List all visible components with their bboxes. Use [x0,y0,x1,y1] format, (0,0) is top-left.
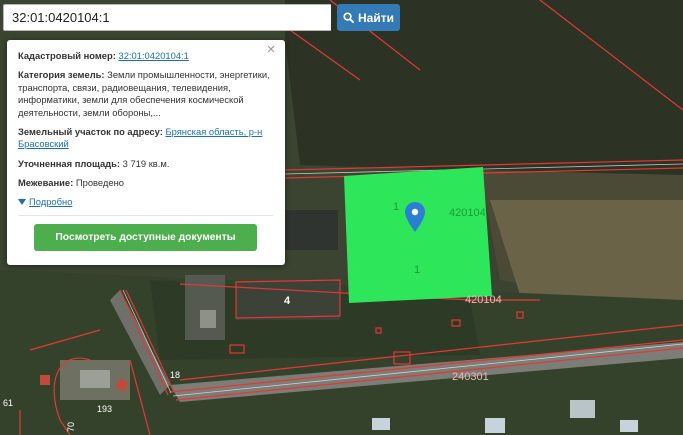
search-input[interactable] [3,4,331,31]
parcel-number-label: 193 [97,404,112,414]
highlighted-parcel[interactable] [344,167,492,303]
search-button[interactable]: Найти [337,4,400,31]
parcel-number-label: 18 [170,370,180,380]
survey-row: Межевание: Проведено [18,177,273,189]
close-icon[interactable]: × [264,42,278,57]
parcel-number-label: 61 [3,398,13,408]
view-documents-button[interactable]: Посмотреть доступные документы [34,224,257,252]
cadastral-number-row: Кадастровый номер: 32:01:0420104:1 [18,50,273,62]
triangle-down-icon [18,198,26,205]
details-toggle[interactable]: Подробно [18,196,273,208]
parcel-number-label: 1 [393,201,399,213]
area-value: 3 719 кв.м. [122,157,170,169]
road-block-label: 240301 [452,371,489,383]
parcel-info-popup: × Кадастровый номер: 32:01:0420104:1 Кат… [7,40,285,265]
area-row: Уточненная площадь: 3 719 кв.м. [18,158,273,170]
area-label: Уточненная площадь: [18,157,121,169]
land-category-row: Категория земель: Земли промышленности, … [18,69,273,119]
divider [18,215,273,217]
search-icon [343,12,354,23]
survey-label: Межевание: [18,177,74,189]
search-button-label: Найти [358,10,394,25]
details-link[interactable]: Подробно [29,196,72,208]
block-label: 420104 [449,207,486,219]
survey-value: Проведено [75,177,124,189]
building-number-label: 4 [284,295,291,307]
search-bar: Найти [3,4,400,31]
cadastral-number-label: Кадастровый номер: [18,50,116,61]
land-category-label: Категория земель: [18,69,105,81]
address-row: Земельный участок по адресу: Брянская об… [18,126,273,151]
cadastral-number-link[interactable]: 32:01:0420104:1 [118,50,188,61]
parcel-number-label: 70 [66,422,76,432]
parcel-number-label: 1 [414,264,420,276]
address-label: Земельный участок по адресу: [18,126,163,138]
block-label: 420104 [465,294,502,306]
